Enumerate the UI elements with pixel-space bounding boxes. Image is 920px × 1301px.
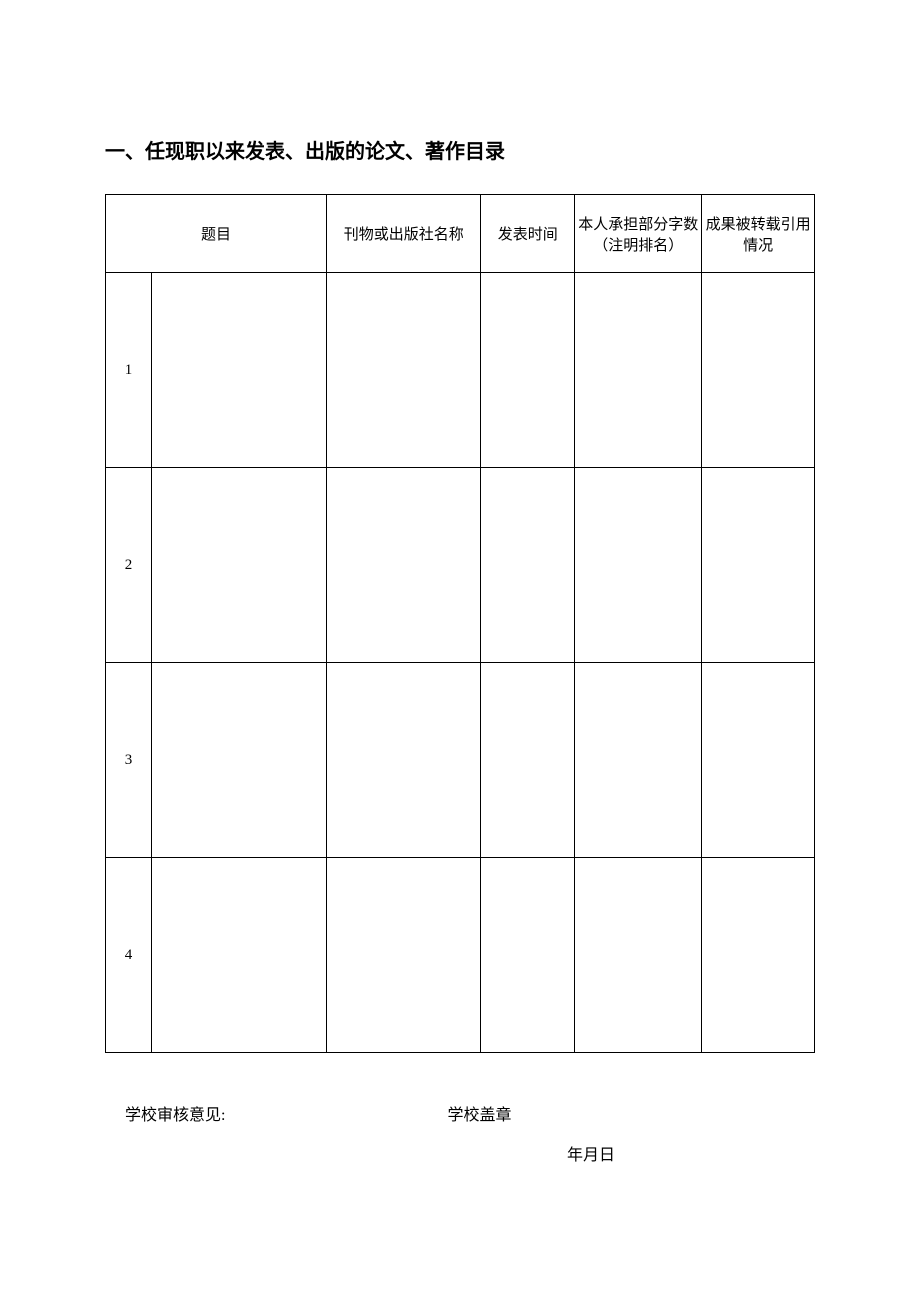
- header-topic: 题目: [106, 195, 327, 273]
- header-date: 发表时间: [481, 195, 575, 273]
- table-row: 3: [106, 663, 815, 858]
- cell-num: 3: [106, 663, 152, 858]
- cell-date: [481, 468, 575, 663]
- table-row: 1: [106, 273, 815, 468]
- document-page: 一、任现职以来发表、出版的论文、著作目录 题目 刊物或出版社名称 发表时间 本人…: [0, 0, 920, 1165]
- cell-citation: [702, 273, 815, 468]
- footer-line: 学校审核意见: 学校盖章: [105, 1101, 815, 1125]
- cell-publication: [327, 273, 481, 468]
- cell-publication: [327, 468, 481, 663]
- cell-publication: [327, 858, 481, 1053]
- cell-words: [575, 663, 702, 858]
- cell-topic: [151, 858, 326, 1053]
- footer-area: 学校审核意见: 学校盖章 年月日: [105, 1101, 815, 1165]
- date-label: 年月日: [567, 1141, 815, 1165]
- cell-topic: [151, 273, 326, 468]
- table-header-row: 题目 刊物或出版社名称 发表时间 本人承担部分字数（注明排名） 成果被转载引用情…: [106, 195, 815, 273]
- cell-num: 1: [106, 273, 152, 468]
- cell-citation: [702, 468, 815, 663]
- cell-date: [481, 663, 575, 858]
- cell-topic: [151, 468, 326, 663]
- cell-words: [575, 273, 702, 468]
- section-title: 一、任现职以来发表、出版的论文、著作目录: [105, 135, 815, 164]
- stamp-label: 学校盖章: [447, 1101, 511, 1125]
- cell-topic: [151, 663, 326, 858]
- publications-table: 题目 刊物或出版社名称 发表时间 本人承担部分字数（注明排名） 成果被转载引用情…: [105, 194, 815, 1053]
- cell-citation: [702, 663, 815, 858]
- cell-date: [481, 273, 575, 468]
- cell-citation: [702, 858, 815, 1053]
- header-words: 本人承担部分字数（注明排名）: [575, 195, 702, 273]
- cell-date: [481, 858, 575, 1053]
- cell-num: 2: [106, 468, 152, 663]
- table-row: 2: [106, 468, 815, 663]
- cell-words: [575, 468, 702, 663]
- table-row: 4: [106, 858, 815, 1053]
- header-publication: 刊物或出版社名称: [327, 195, 481, 273]
- header-citation: 成果被转载引用情况: [702, 195, 815, 273]
- cell-words: [575, 858, 702, 1053]
- cell-publication: [327, 663, 481, 858]
- review-label: 学校审核意见:: [125, 1101, 225, 1125]
- cell-num: 4: [106, 858, 152, 1053]
